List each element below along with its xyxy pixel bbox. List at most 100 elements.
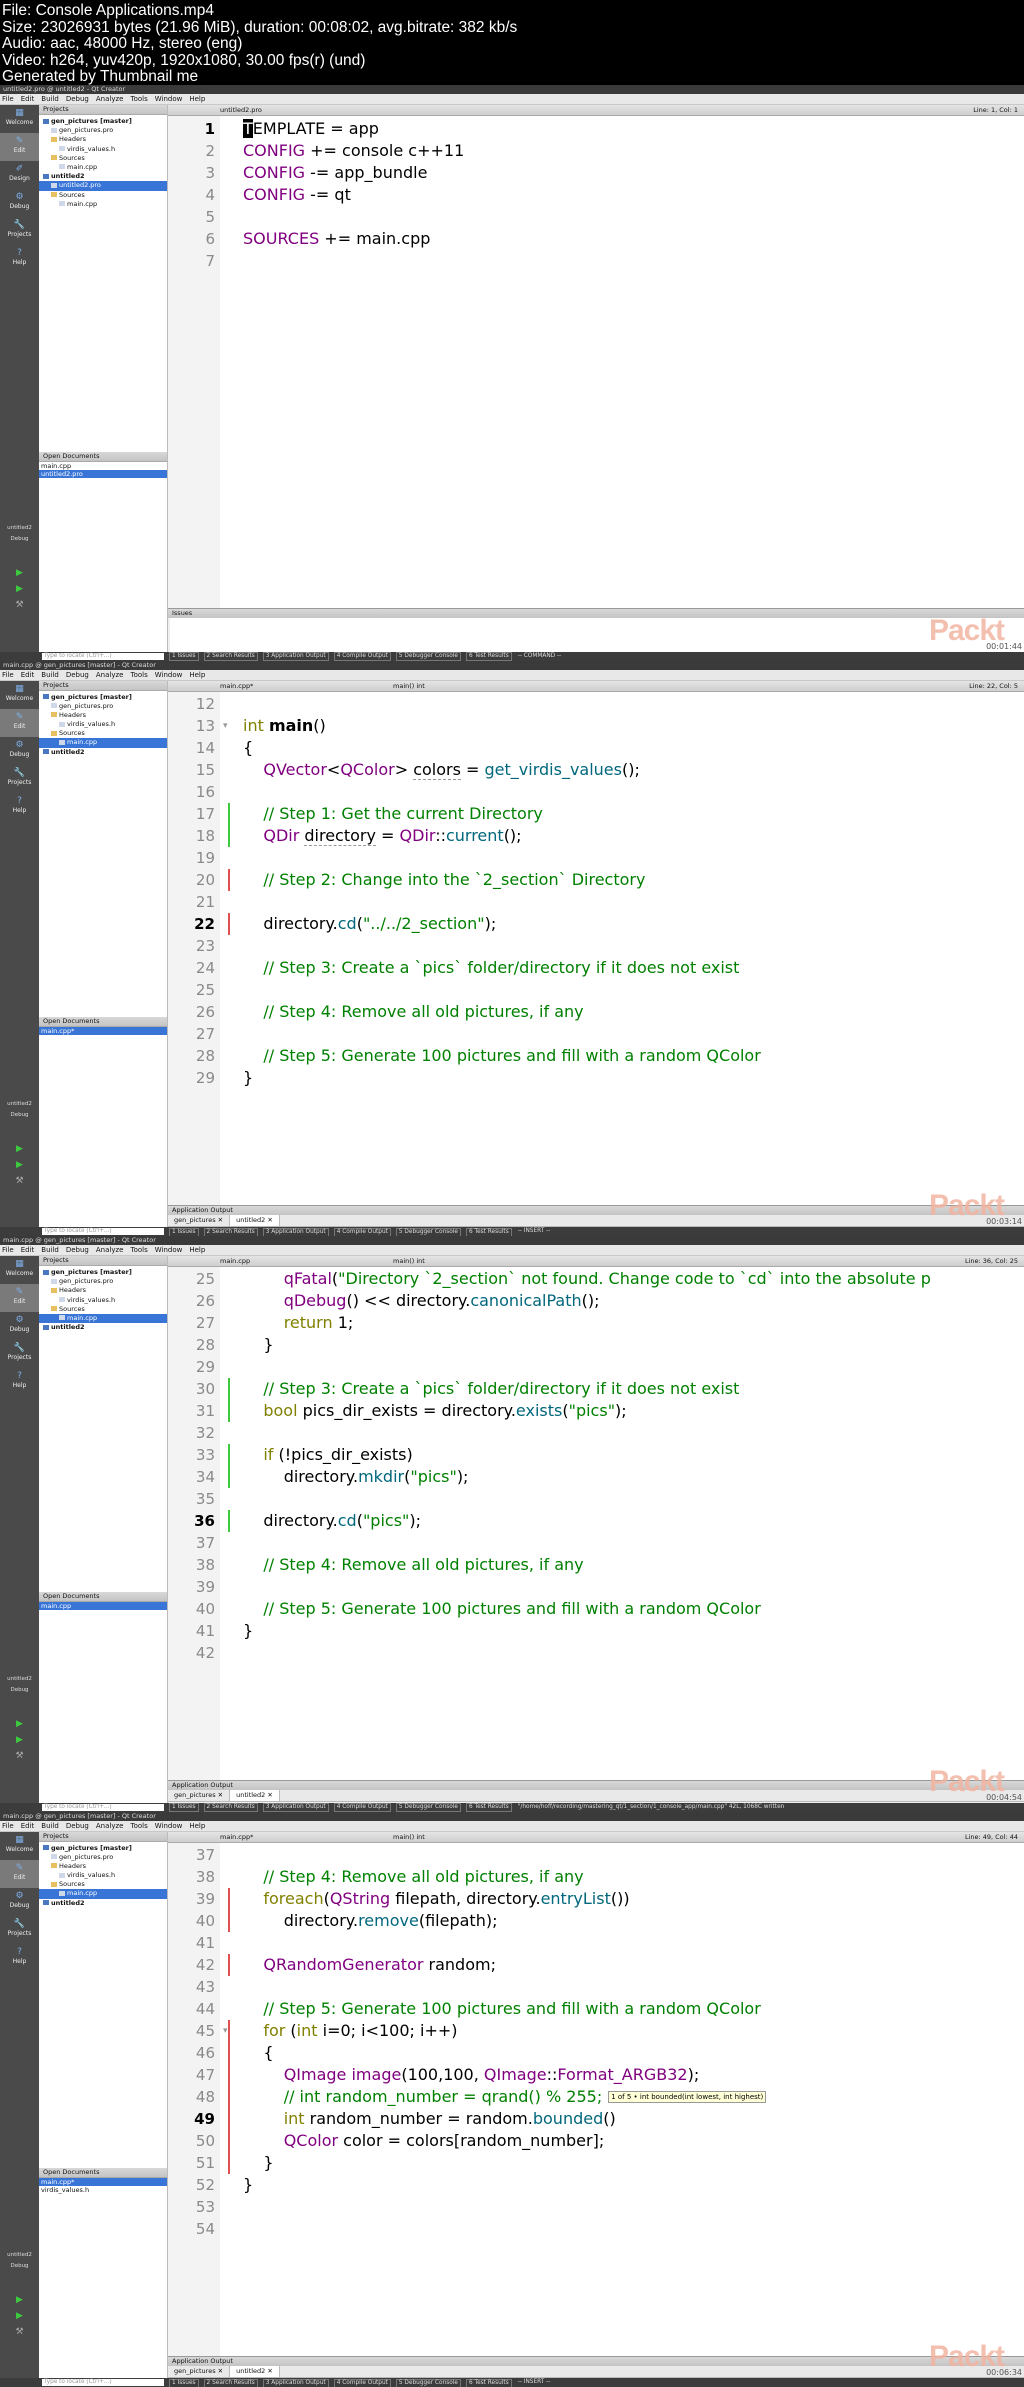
mode-welcome[interactable]: ▦ Welcome	[0, 1832, 39, 1860]
mode-debug[interactable]: ⚙ Debug	[0, 737, 39, 765]
mode-welcome[interactable]: ▦ Welcome	[0, 681, 39, 709]
open-document-item[interactable]: virdis_values.h	[39, 2186, 167, 2194]
locator-input[interactable]: Type to locate (Ctrl+...)	[42, 652, 164, 660]
output-pane-button[interactable]: 5 Debugger Console	[395, 1803, 461, 1812]
open-document-item[interactable]: main.cpp	[39, 462, 167, 470]
tree-item[interactable]: virdis_values.h	[39, 145, 167, 154]
output-pane-button[interactable]: 4 Compile Output	[333, 1803, 391, 1812]
menu-item-analyze[interactable]: Analyze	[96, 1246, 124, 1254]
tree-item[interactable]: Sources	[39, 1880, 167, 1889]
current-file-tab[interactable]: main.cpp	[220, 1256, 250, 1266]
menu-item-file[interactable]: File	[2, 1822, 14, 1830]
current-file-tab[interactable]: main.cpp*	[220, 681, 253, 691]
tree-item[interactable]: gen_pictures.pro	[39, 702, 167, 711]
mode-help[interactable]: ? Help	[0, 245, 39, 273]
tree-item[interactable]: untitled2.pro	[39, 181, 167, 191]
mode-help[interactable]: ? Help	[0, 1368, 39, 1396]
locator-input[interactable]: Type to locate (Ctrl+...)	[42, 2379, 164, 2386]
menu-item-edit[interactable]: Edit	[21, 671, 35, 679]
mode-projects[interactable]: 🔧 Projects	[0, 1340, 39, 1368]
output-pane-button[interactable]: 6 Test Results	[466, 652, 512, 661]
output-tab[interactable]: untitled2 ✕	[230, 1790, 280, 1801]
output-pane-button[interactable]: 4 Compile Output	[333, 2378, 391, 2387]
open-document-item[interactable]: main.cpp*	[39, 1026, 167, 1035]
tree-item[interactable]: Headers	[39, 711, 167, 720]
kit-selector[interactable]: untitled2	[0, 1101, 39, 1107]
locator-input[interactable]: Type to locate (Ctrl+...)	[42, 1803, 164, 1811]
output-tab[interactable]: untitled2 ✕	[230, 2365, 280, 2377]
menu-item-help[interactable]: Help	[189, 1822, 205, 1830]
menu-item-window[interactable]: Window	[155, 95, 183, 103]
tree-item[interactable]: main.cpp	[39, 163, 167, 172]
menu-item-build[interactable]: Build	[41, 1246, 59, 1254]
debug-run-icon[interactable]: ▶	[0, 581, 39, 597]
tree-item[interactable]: untitled2	[39, 748, 167, 757]
build-icon[interactable]: ⚒	[0, 1173, 39, 1189]
output-pane-button[interactable]: 5 Debugger Console	[395, 2378, 461, 2387]
tree-item[interactable]: virdis_values.h	[39, 1296, 167, 1305]
menu-item-edit[interactable]: Edit	[21, 95, 35, 103]
tree-item[interactable]: Headers	[39, 1862, 167, 1871]
tree-item[interactable]: untitled2	[39, 1899, 167, 1908]
tree-item[interactable]: main.cpp	[39, 1313, 167, 1324]
tree-item[interactable]: Sources	[39, 154, 167, 163]
menu-item-file[interactable]: File	[2, 671, 14, 679]
tree-item[interactable]: Headers	[39, 1286, 167, 1295]
tree-item[interactable]: Sources	[39, 191, 167, 200]
run-icon[interactable]: ▶	[0, 2292, 39, 2308]
current-file-tab[interactable]: main.cpp*	[220, 1832, 253, 1842]
menu-item-help[interactable]: Help	[189, 671, 205, 679]
tree-item[interactable]: gen_pictures [master]	[39, 117, 167, 126]
mode-debug[interactable]: ⚙ Debug	[0, 189, 39, 217]
fold-arrow-icon[interactable]: ▾	[223, 2020, 228, 2042]
tree-item[interactable]: untitled2	[39, 172, 167, 181]
output-tab[interactable]: gen_pictures ✕	[168, 1790, 231, 1801]
run-icon[interactable]: ▶	[0, 1716, 39, 1732]
locator-input[interactable]: Type to locate (Ctrl+...)	[42, 1228, 164, 1235]
mode-projects[interactable]: 🔧 Projects	[0, 1916, 39, 1944]
output-pane-button[interactable]: 3 Application Output	[262, 652, 329, 661]
menu-item-debug[interactable]: Debug	[66, 95, 89, 103]
mode-welcome[interactable]: ▦ Welcome	[0, 1256, 39, 1284]
menu-item-help[interactable]: Help	[189, 1246, 205, 1254]
menu-item-file[interactable]: File	[2, 95, 14, 103]
mode-debug[interactable]: ⚙ Debug	[0, 1888, 39, 1916]
mode-edit[interactable]: ✎ Edit	[0, 133, 39, 161]
run-icon[interactable]: ▶	[0, 565, 39, 581]
output-pane-button[interactable]: 1 Issues	[169, 2378, 199, 2387]
debug-run-icon[interactable]: ▶	[0, 1732, 39, 1748]
close-icon[interactable]: ✕	[216, 1791, 223, 1799]
mode-welcome[interactable]: ▦ Welcome	[0, 105, 39, 133]
close-icon[interactable]: ✕	[216, 1216, 223, 1224]
kit-selector[interactable]: untitled2	[0, 525, 39, 531]
output-pane-button[interactable]: 3 Application Output	[262, 1227, 329, 1236]
menu-item-build[interactable]: Build	[41, 95, 59, 103]
build-icon[interactable]: ⚒	[0, 2324, 39, 2340]
tree-item[interactable]: gen_pictures.pro	[39, 1277, 167, 1286]
mode-help[interactable]: ? Help	[0, 1944, 39, 1972]
fold-arrow-icon[interactable]: ▾	[223, 715, 228, 737]
output-pane-button[interactable]: 2 Search Results	[203, 2378, 258, 2387]
symbol-selector[interactable]: main() int	[393, 681, 425, 691]
output-pane-button[interactable]: 1 Issues	[169, 652, 199, 661]
output-pane-button[interactable]: 2 Search Results	[203, 1227, 258, 1236]
build-icon[interactable]: ⚒	[0, 1748, 39, 1764]
open-document-item[interactable]: main.cpp*	[39, 2177, 167, 2186]
current-file-tab[interactable]: untitled2.pro	[220, 105, 262, 115]
output-pane-button[interactable]: 1 Issues	[169, 1803, 199, 1812]
output-pane-button[interactable]: 3 Application Output	[262, 1803, 329, 1812]
menu-item-debug[interactable]: Debug	[66, 671, 89, 679]
menu-item-analyze[interactable]: Analyze	[96, 95, 124, 103]
tree-item[interactable]: gen_pictures [master]	[39, 1844, 167, 1853]
mode-debug[interactable]: ⚙ Debug	[0, 1312, 39, 1340]
mode-edit[interactable]: ✎ Edit	[0, 1859, 39, 1888]
output-tab[interactable]: gen_pictures ✕	[168, 1214, 231, 1226]
mode-design[interactable]: ✐ Design	[0, 161, 39, 189]
output-pane-button[interactable]: 5 Debugger Console	[395, 1227, 461, 1236]
menu-item-analyze[interactable]: Analyze	[96, 1822, 124, 1830]
tree-item[interactable]: gen_pictures.pro	[39, 1853, 167, 1862]
output-pane-button[interactable]: 6 Test Results	[466, 1227, 512, 1236]
menu-item-window[interactable]: Window	[155, 671, 183, 679]
menu-item-window[interactable]: Window	[155, 1822, 183, 1830]
close-icon[interactable]: ✕	[216, 2367, 223, 2375]
